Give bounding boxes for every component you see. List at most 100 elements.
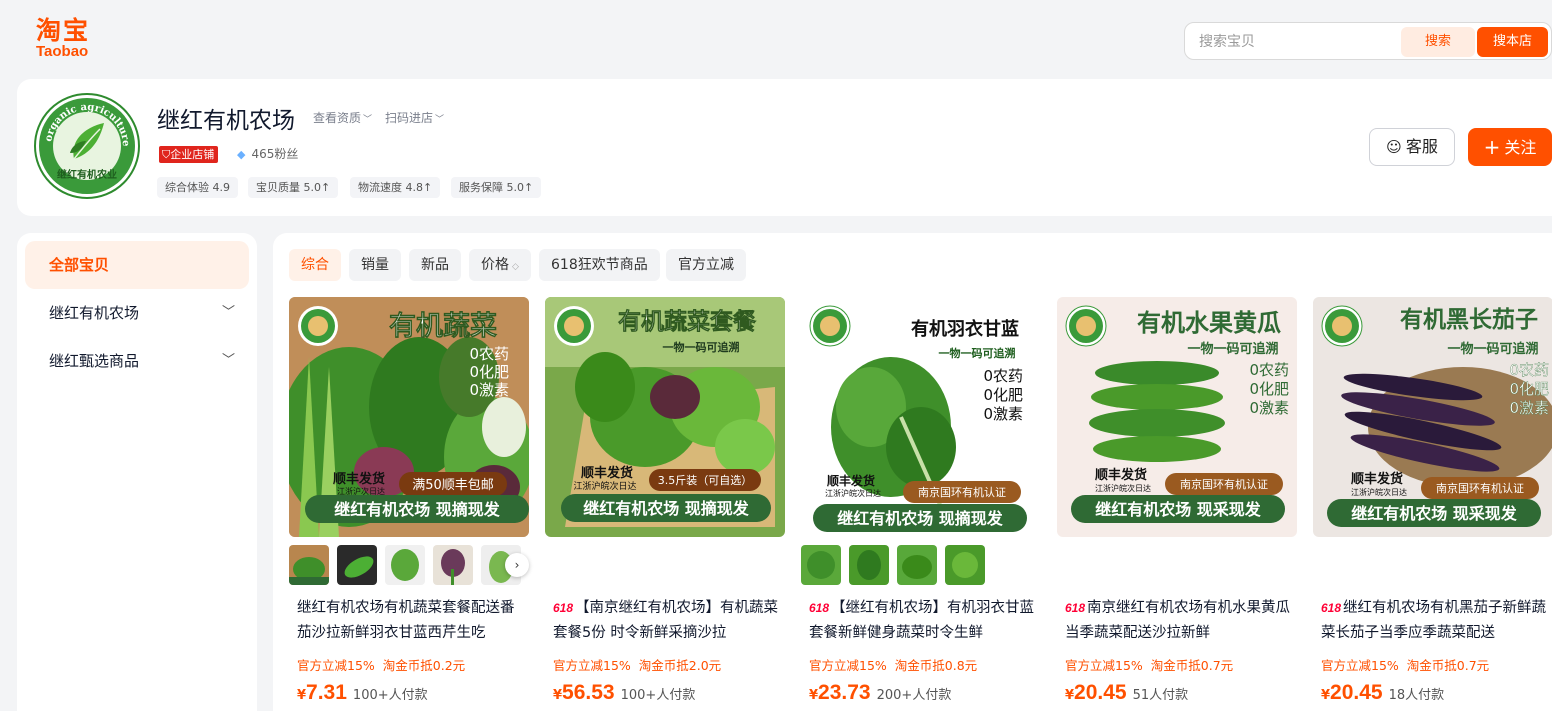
product-image[interactable]: 有机水果黄瓜 一物一码可追溯 0农药 0化肥 0激素 顺丰发货 江浙沪皖次日达 … <box>1057 297 1297 537</box>
category-sidebar: 全部宝贝 继红有机农场 ﹀ 继红甄选商品 ﹀ <box>17 233 257 711</box>
tab-official-discount[interactable]: 官方立减 <box>666 249 746 281</box>
product-card[interactable]: 有机黑长茄子 一物一码可追溯 0农药 0化肥 0激素 顺丰发货 江浙沪皖次日达 … <box>1313 297 1552 711</box>
image-ship: 顺丰发货 <box>333 471 385 487</box>
image-banner: 继红有机农场 现采现发 <box>1351 504 1518 523</box>
product-card[interactable]: 有机蔬菜 0农药 0化肥 0激素 顺丰发货 江浙沪次日达 满50顺丰包邮 继红有… <box>289 297 529 711</box>
sidebar-item-label: 继红有机农场 <box>49 304 140 322</box>
price-value: 20.45 <box>1074 681 1127 704</box>
sidebar-item-selected[interactable]: 继红甄选商品 ﹀ <box>25 337 249 385</box>
price-value: 56.53 <box>562 681 615 704</box>
product-title[interactable]: 618 南京继红有机农场有机水果黄瓜当季蔬菜配送沙拉新鲜 <box>1065 596 1293 644</box>
promo-tags: 官方立减15% 淘金币抵0.8元 <box>809 655 977 674</box>
tag-618: 618 <box>809 601 830 615</box>
tag-618: 618 <box>553 601 574 615</box>
scan-to-enter-link[interactable]: 扫码进店 ﹀ <box>385 109 444 126</box>
shop-logo[interactable]: organic agriculture 继红有机农业 <box>34 93 140 199</box>
thumbnail[interactable] <box>897 545 937 585</box>
follow-button[interactable]: + 关注 <box>1468 128 1552 166</box>
product-image[interactable]: 有机羽衣甘蓝 一物一码可追溯 0农药 0化肥 0激素 顺丰发货 江浙沪皖次日达 … <box>801 297 1041 537</box>
sidebar-item-label: 继红甄选商品 <box>49 352 140 370</box>
badge-label: 企业店铺 <box>170 148 215 161</box>
product-title[interactable]: 618 【继红有机农场】有机羽衣甘蓝套餐新鲜健身蔬菜时令生鲜 <box>809 596 1037 644</box>
image-sub: 一物一码可追溯 <box>1447 341 1538 357</box>
search-shop-button[interactable]: 搜本店 <box>1477 27 1548 57</box>
promo-tags: 官方立减15% 淘金币抵0.7元 <box>1321 655 1489 674</box>
product-image[interactable]: 有机蔬菜 0农药 0化肥 0激素 顺丰发货 江浙沪次日达 满50顺丰包邮 继红有… <box>289 297 529 537</box>
customer-service-button[interactable]: ☺ 客服 <box>1369 128 1455 166</box>
tab-new[interactable]: 新品 <box>409 249 461 281</box>
top-bar: 淘宝 Taobao 搜索 搜本店 <box>0 0 1552 78</box>
image-ship: 顺丰发货 <box>1095 467 1147 483</box>
chevron-right-icon[interactable]: › <box>505 553 529 577</box>
sidebar-item-farm[interactable]: 继红有机农场 ﹀ <box>25 289 249 337</box>
tab-overall[interactable]: 综合 <box>289 249 341 281</box>
image-pill: 南京国环有机认证 <box>1180 477 1268 491</box>
promo-tags: 官方立减15% 淘金币抵0.2元 <box>297 655 465 674</box>
image-claim: 0激素 <box>1249 399 1289 417</box>
tab-sales[interactable]: 销量 <box>349 249 401 281</box>
image-pill: 3.5斤装（可自选） <box>658 474 753 487</box>
logo-bottom-text: 继红有机农业 <box>57 168 117 181</box>
product-card[interactable]: 有机蔬菜套餐 一物一码可追溯 顺丰发货 江浙沪皖次日达 3.5斤装（可自选） 继… <box>545 297 785 711</box>
image-headline: 有机蔬菜套餐 <box>618 308 757 335</box>
thumbnail[interactable] <box>849 545 889 585</box>
scan-to-enter-label: 扫码进店 <box>385 111 434 125</box>
image-ship: 顺丰发货 <box>827 473 875 488</box>
image-pill: 南京国环有机认证 <box>1436 481 1524 495</box>
promo-discount: 官方立减15% <box>809 658 887 673</box>
promo-tags: 官方立减15% 淘金币抵2.0元 <box>553 655 721 674</box>
promo-coins: 淘金币抵0.7元 <box>1406 658 1490 673</box>
product-title[interactable]: 继红有机农场有机蔬菜套餐配送番茄沙拉新鲜羽衣甘蓝西芹生吃 <box>297 596 525 644</box>
thumbnail[interactable] <box>433 545 473 585</box>
price-row: ¥56.53 100+人付款 <box>553 681 695 705</box>
diamond-icon: ◆ <box>237 148 246 161</box>
image-claim: 0激素 <box>983 405 1023 423</box>
product-title-text: 继红有机农场有机黑茄子新鲜蔬菜长茄子当季应季蔬菜配送 <box>1321 600 1547 641</box>
product-card[interactable]: 有机羽衣甘蓝 一物一码可追溯 0农药 0化肥 0激素 顺丰发货 江浙沪皖次日达 … <box>801 297 1041 711</box>
image-claim: 0农药 <box>983 367 1023 385</box>
tab-price[interactable]: 价格 ◇ <box>469 249 531 281</box>
tab-618-festival[interactable]: 618狂欢节商品 <box>539 249 660 281</box>
product-title[interactable]: 618 【南京继红有机农场】有机蔬菜套餐5份 时令新鲜采摘沙拉 <box>553 596 781 644</box>
product-image[interactable]: 有机黑长茄子 一物一码可追溯 0农药 0化肥 0激素 顺丰发货 江浙沪皖次日达 … <box>1313 297 1552 537</box>
chat-face-icon: ☺ <box>1386 138 1402 156</box>
search-all-button[interactable]: 搜索 <box>1401 27 1475 57</box>
image-claim: 0激素 <box>469 381 509 399</box>
image-ship-sub: 江浙沪次日达 <box>337 486 385 496</box>
metric-overall: 综合体验 4.9 <box>157 177 238 198</box>
price-value: 20.45 <box>1330 681 1383 704</box>
sold-count: 18人付款 <box>1388 688 1445 703</box>
sold-count: 200+人付款 <box>876 688 952 703</box>
view-credentials-link[interactable]: 查看资质 ﹀ <box>313 109 372 126</box>
image-headline: 有机水果黄瓜 <box>1137 309 1281 337</box>
chevron-down-icon: ﹀ <box>221 353 235 368</box>
product-title-text: 【继红有机农场】有机羽衣甘蓝套餐新鲜健身蔬菜时令生鲜 <box>809 600 1035 641</box>
image-sub: 一物一码可追溯 <box>663 340 740 354</box>
thumbnail[interactable] <box>337 545 377 585</box>
thumbnail[interactable] <box>385 545 425 585</box>
image-banner: 继红有机农场 现采现发 <box>1095 500 1262 519</box>
sidebar-item-all[interactable]: 全部宝贝 <box>25 241 249 289</box>
logo-english: Taobao <box>36 43 89 60</box>
promo-coins: 淘金币抵0.8元 <box>894 658 978 673</box>
fans-label: 465粉丝 <box>251 147 299 161</box>
product-title[interactable]: 618 继红有机农场有机黑茄子新鲜蔬菜长茄子当季应季蔬菜配送 <box>1321 596 1549 644</box>
search-input[interactable] <box>1199 31 1399 53</box>
sold-count: 100+人付款 <box>352 688 428 703</box>
sold-count: 100+人付款 <box>620 688 696 703</box>
view-credentials-label: 查看资质 <box>313 111 362 125</box>
thumbnail[interactable] <box>945 545 985 585</box>
taobao-logo[interactable]: 淘宝 Taobao <box>36 18 90 59</box>
image-banner: 继红有机农场 现摘现发 <box>837 509 1004 528</box>
image-claim: 0化肥 <box>983 386 1023 404</box>
thumbnail[interactable] <box>801 545 841 585</box>
price-row: ¥7.31 100+人付款 <box>297 681 428 705</box>
currency-symbol: ¥ <box>553 688 563 703</box>
thumbnail[interactable] <box>289 545 329 585</box>
sold-count: 51人付款 <box>1132 688 1189 703</box>
image-headline: 有机蔬菜 <box>389 311 497 342</box>
image-sub: 一物一码可追溯 <box>939 346 1016 360</box>
product-image[interactable]: 有机蔬菜套餐 一物一码可追溯 顺丰发货 江浙沪皖次日达 3.5斤装（可自选） 继… <box>545 297 785 537</box>
product-card[interactable]: 有机水果黄瓜 一物一码可追溯 0农药 0化肥 0激素 顺丰发货 江浙沪皖次日达 … <box>1057 297 1297 711</box>
image-ship: 顺丰发货 <box>581 465 633 481</box>
